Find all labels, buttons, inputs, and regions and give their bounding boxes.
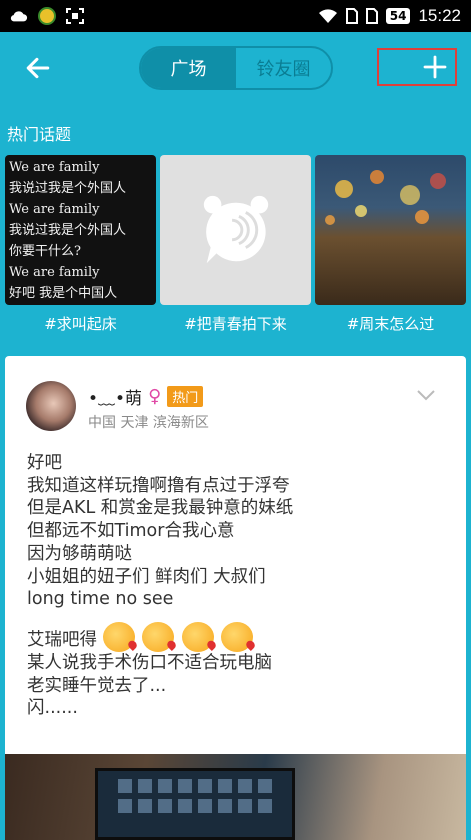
sim2-icon <box>365 8 378 24</box>
post-image[interactable] <box>5 754 466 840</box>
clock: 15:22 <box>418 6 461 25</box>
battery-icon: 54 <box>385 8 411 24</box>
topic-label: #周末怎么过 <box>346 315 435 333</box>
topic-label: #把青春拍下来 <box>184 315 287 333</box>
thumb-line: We are family <box>9 160 100 175</box>
hot-badge: 热门 <box>167 386 204 407</box>
app-icon <box>38 7 56 25</box>
post-card[interactable]: •﹏•萌 ♀ 热门 中国 天津 滨海新区 好吧 我知道这样玩撸啊撸有点过于浮夸 … <box>5 356 466 840</box>
thumb-line: 好吧 我是个中国人 <box>9 286 118 301</box>
chevron-down-icon[interactable] <box>416 388 436 402</box>
kiss-emoji-icon <box>181 621 214 652</box>
add-post-button[interactable] <box>377 48 457 86</box>
post-line: 但是AKL 和赏金是我最钟意的妹纸 <box>27 498 294 519</box>
topic-card-wake-up[interactable]: We are family 我说过我是个外国人 We are family 我说… <box>5 155 156 335</box>
topic-thumbnail: We are family 我说过我是个外国人 We are family 我说… <box>5 155 156 305</box>
post-line: 小姐姐的妞子们 鲜肉们 大叔们 <box>27 566 266 587</box>
thumb-line: 我说过我是个外国人 <box>9 181 127 196</box>
post-text: 好吧 我知道这样玩撸啊撸有点过于浮夸 但是AKL 和赏金是我最钟意的妹纸 但都远… <box>27 452 447 720</box>
post-author[interactable]: •﹏•萌 ♀ 热门 <box>88 384 204 409</box>
topic-thumbnail <box>160 155 311 305</box>
tab-switcher: 广场 铃友圈 <box>139 46 333 90</box>
status-bar: 54 15:22 <box>0 0 471 32</box>
post-line: 艾瑞吧得 <box>27 621 447 652</box>
topic-card-youth[interactable]: #把青春拍下来 <box>160 155 311 335</box>
thumb-line: 我说过我是个外国人 <box>9 223 127 238</box>
back-button[interactable] <box>18 50 58 86</box>
post-line: 好吧 <box>27 453 62 473</box>
screenshot-icon <box>66 8 84 24</box>
plus-icon <box>423 55 447 79</box>
kiss-emoji-icon <box>221 621 254 652</box>
post-line-prefix: 艾瑞吧得 <box>27 629 97 650</box>
female-icon: ♀ <box>148 386 162 407</box>
post-line: 我知道这样玩撸啊撸有点过于浮夸 <box>27 475 290 496</box>
sim1-icon <box>345 8 358 24</box>
tab-plaza[interactable]: 广场 <box>141 48 236 88</box>
topic-thumbnail <box>315 155 466 305</box>
thumb-line: 你要干什么? <box>9 244 81 259</box>
thumb-line: We are family <box>9 265 100 280</box>
topic-card-weekend[interactable]: #周末怎么过 <box>315 155 466 335</box>
cloud-icon <box>10 11 28 22</box>
thumb-line: We are family <box>9 202 100 217</box>
kiss-emoji-icon <box>102 621 135 652</box>
post-line: long time no see <box>27 589 174 610</box>
avatar[interactable] <box>26 381 76 431</box>
username: •﹏•萌 <box>88 389 143 409</box>
wifi-icon <box>318 9 337 23</box>
hot-topics-list: We are family 我说过我是个外国人 We are family 我说… <box>5 155 466 335</box>
back-arrow-icon <box>26 57 50 79</box>
post-line: 闪...... <box>27 698 78 719</box>
post-line: 但都远不如Timor合我心意 <box>27 521 235 542</box>
post-line: 某人说我手术伤口不适合玩电脑 <box>27 652 272 673</box>
post-line: 老实睡午觉去了... <box>27 675 167 696</box>
topic-label: #求叫起床 <box>44 315 117 333</box>
chat-bubble-icon <box>203 195 268 264</box>
tab-friends-circle[interactable]: 铃友圈 <box>236 48 331 88</box>
post-location: 中国 天津 滨海新区 <box>88 415 209 431</box>
post-line: 因为够萌萌哒 <box>27 543 132 564</box>
hot-topics-title: 热门话题 <box>7 125 72 144</box>
monitor-photo <box>95 768 295 840</box>
kiss-emoji-icon <box>142 621 175 652</box>
